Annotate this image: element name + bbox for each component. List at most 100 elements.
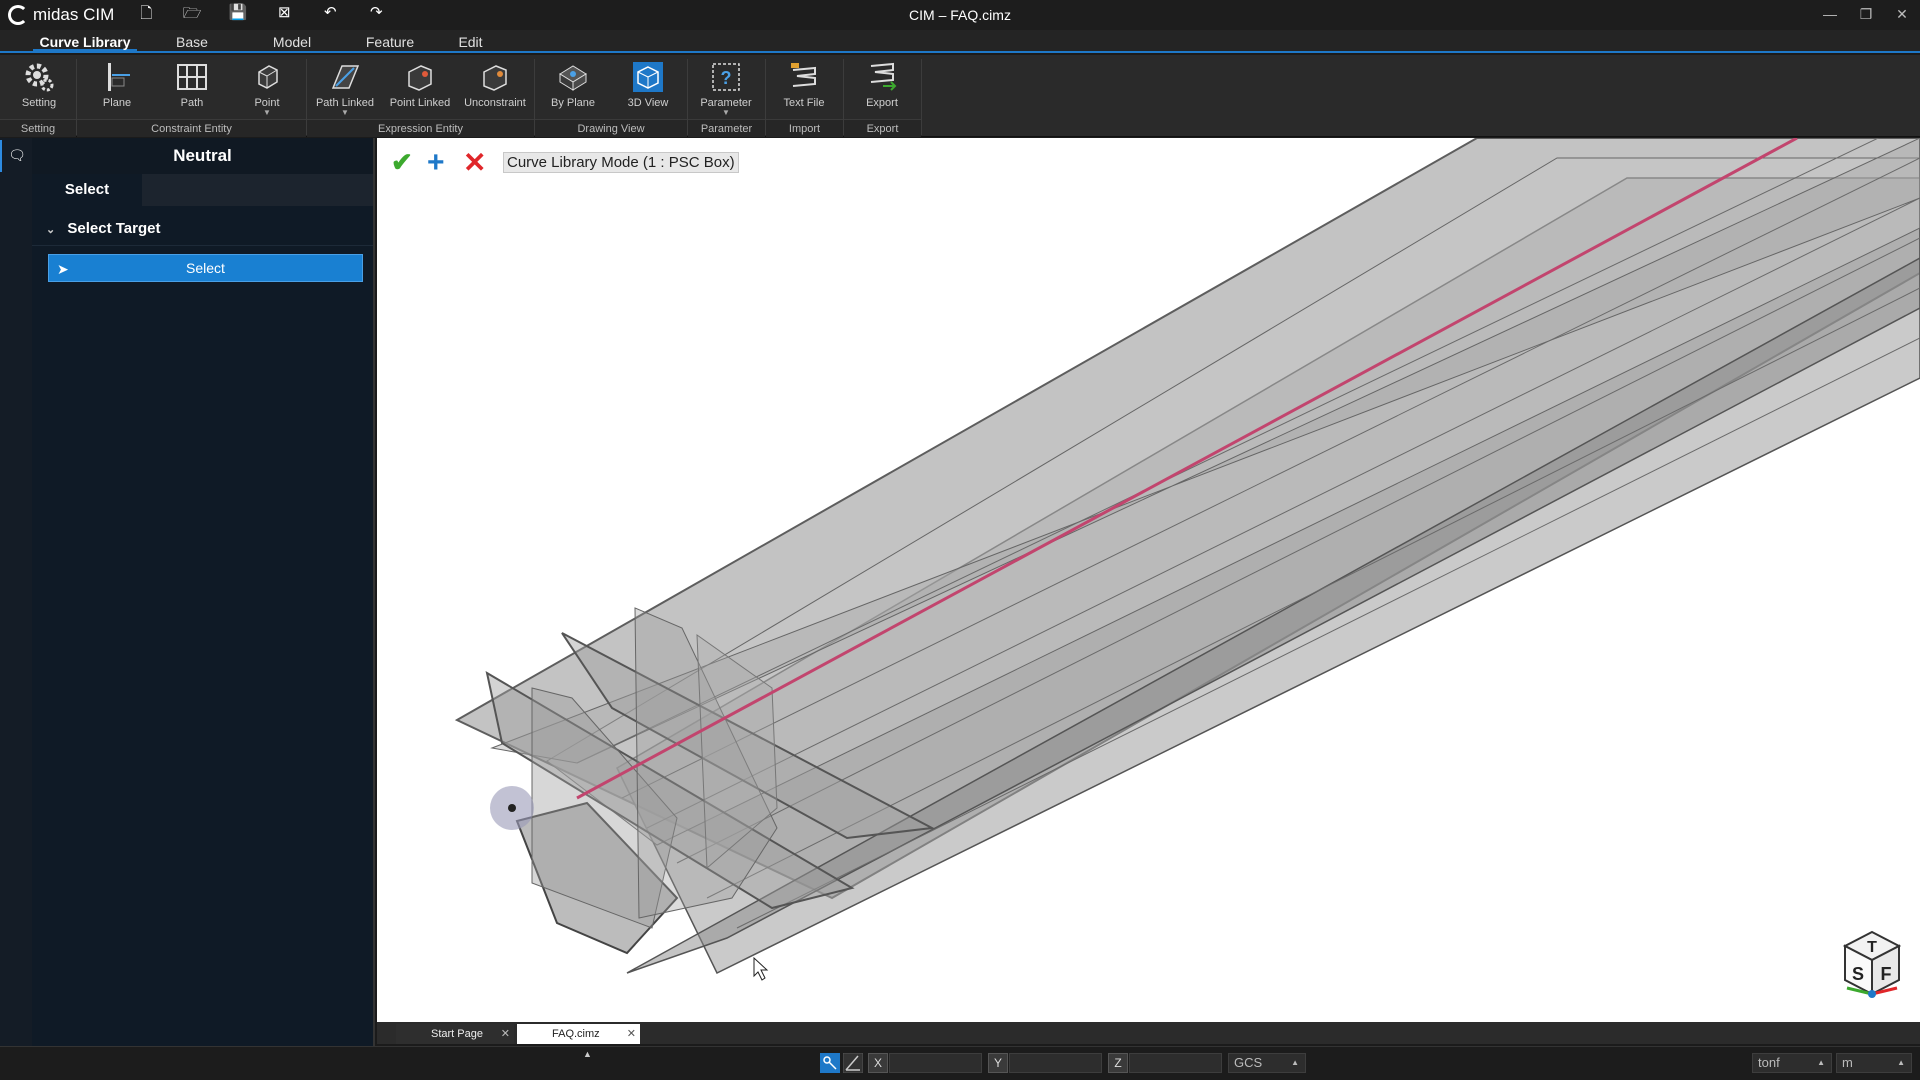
y-coordinate-input[interactable] — [1009, 1053, 1102, 1073]
redo-icon[interactable]: ↷ — [366, 3, 386, 28]
point-box-icon — [258, 65, 278, 89]
setting-button[interactable]: Setting — [4, 60, 74, 120]
view-cube-icon[interactable]: T S F — [1837, 928, 1907, 1004]
doc-tab-start-page[interactable]: Start Page ✕ — [396, 1024, 514, 1044]
z-coordinate-input[interactable] — [1129, 1053, 1222, 1073]
export-icon — [870, 62, 897, 91]
point-linked-icon — [408, 65, 432, 91]
mode-label: Curve Library Mode (1 : PSC Box) — [503, 152, 739, 173]
text-file-label: Text File — [783, 97, 825, 109]
by-plane-label: By Plane — [550, 97, 596, 109]
confirm-check-icon[interactable]: ✔ — [391, 147, 417, 178]
export-button[interactable]: Export — [847, 60, 917, 120]
panel-tabs: Select — [32, 174, 373, 206]
unconstraint-label: Unconstraint — [464, 97, 526, 109]
restore-icon[interactable]: ❐ — [1848, 0, 1884, 30]
3d-view-button[interactable]: 3D View — [613, 60, 683, 120]
plane-label: Plane — [102, 97, 132, 109]
cursor-arrow-icon: ➤ — [57, 261, 69, 277]
3d-viewport[interactable]: ✔ + ✕ Curve Library Mode (1 : PSC Box) T… — [377, 138, 1920, 1022]
chevron-down-icon: ⌄ — [46, 224, 56, 236]
snap-icon[interactable] — [820, 1053, 840, 1073]
point-linked-label: Point Linked — [389, 97, 451, 109]
by-plane-button[interactable]: By Plane — [538, 60, 608, 120]
close-tab-icon[interactable]: ✕ — [501, 1024, 510, 1044]
add-plus-icon[interactable]: + — [427, 147, 453, 177]
export-label: Export — [866, 97, 898, 109]
group-constraint-entity: Constraint Entity — [77, 119, 306, 137]
status-bar: ▲ X Y Z GCS ▲ tonf ▲ m ▲ — [0, 1046, 1920, 1080]
undo-icon[interactable]: ↶ — [320, 3, 340, 28]
tab-model[interactable]: Model — [262, 30, 322, 51]
doc-tab-label: Start Page — [431, 1028, 483, 1040]
unconstraint-button[interactable]: Unconstraint — [460, 60, 530, 120]
path-linked-dropdown-icon[interactable]: ▼ — [310, 109, 380, 117]
tab-edit[interactable]: Edit — [448, 30, 493, 51]
close-tab-icon[interactable]: ✕ — [627, 1024, 636, 1044]
point-linked-button[interactable]: Point Linked — [385, 60, 455, 120]
group-setting: Setting — [0, 119, 76, 137]
doc-tab-label: FAQ.cimz — [552, 1028, 600, 1040]
dialog-panel-icon[interactable]: 🗨 — [0, 140, 32, 172]
plane-icon — [108, 63, 130, 91]
expand-up-icon[interactable]: ▲ — [583, 1049, 592, 1059]
new-file-icon[interactable]: 🗋 — [136, 3, 156, 28]
3d-view-icon — [633, 62, 663, 92]
angle-snap-icon[interactable] — [843, 1053, 863, 1073]
caret-up-icon: ▲ — [1897, 1058, 1905, 1067]
select-button[interactable]: ➤ Select — [48, 254, 363, 282]
task-panel: Neutral Select ⌄ Select Target ➤ Select — [32, 138, 375, 1046]
point-dropdown-icon[interactable]: ▼ — [232, 109, 302, 117]
parameter-button[interactable]: ? Parameter ▼ — [691, 60, 761, 120]
by-plane-icon — [559, 65, 587, 91]
select-button-label: Select — [186, 260, 225, 276]
group-export: Export — [844, 119, 921, 137]
unconstraint-icon — [483, 65, 507, 91]
viewport-toolbar: ✔ + ✕ Curve Library Mode (1 : PSC Box) — [391, 146, 739, 179]
view-cube-left: S — [1852, 964, 1864, 984]
open-folder-icon[interactable]: 🗁 — [182, 3, 202, 28]
close-window-icon[interactable]: ✕ — [1884, 0, 1920, 30]
text-file-button[interactable]: Text File — [769, 60, 839, 120]
ribbon-separator — [921, 59, 922, 135]
minimize-icon[interactable]: — — [1812, 0, 1848, 30]
tab-base[interactable]: Base — [167, 30, 217, 51]
length-unit-select[interactable]: m ▲ — [1836, 1053, 1912, 1073]
path-linked-icon — [331, 65, 360, 89]
force-unit-select[interactable]: tonf ▲ — [1752, 1053, 1832, 1073]
path-button[interactable]: Path — [157, 60, 227, 120]
length-unit-value: m — [1842, 1055, 1853, 1070]
view-cube-top: T — [1867, 939, 1877, 956]
path-grid-icon — [177, 64, 207, 90]
app-name: midas CIM — [33, 5, 115, 24]
tab-feature[interactable]: Feature — [357, 30, 423, 51]
group-expression-entity: Expression Entity — [307, 119, 534, 137]
path-linked-button[interactable]: Path Linked ▼ — [310, 60, 380, 120]
section-label: Select Target — [67, 220, 161, 237]
tab-curve-library[interactable]: Curve Library — [33, 30, 137, 51]
caret-up-icon: ▲ — [1817, 1058, 1825, 1067]
setting-label: Setting — [21, 97, 57, 109]
ribbon-tabs: Curve Library Base Model Feature Edit — [0, 30, 1920, 53]
select-target-section[interactable]: ⌄ Select Target — [32, 212, 373, 246]
plane-button[interactable]: Plane — [82, 60, 152, 120]
point-button[interactable]: Point ▼ — [232, 60, 302, 120]
x-coordinate-input[interactable] — [889, 1053, 982, 1073]
y-label: Y — [988, 1053, 1008, 1073]
coord-system-select[interactable]: GCS ▲ — [1228, 1053, 1306, 1073]
close-file-icon[interactable]: ⊠ — [274, 3, 294, 28]
save-icon[interactable]: 💾 — [228, 3, 248, 28]
quick-access-toolbar: 🗋 🗁 💾 ⊠ ↶ ↷ — [136, 3, 386, 28]
parameter-dropdown-icon[interactable]: ▼ — [691, 109, 761, 117]
3d-view-label: 3D View — [627, 97, 669, 109]
title-bar: midas CIM 🗋 🗁 💾 ⊠ ↶ ↷ CIM – FAQ.cimz — ❐… — [0, 0, 1920, 30]
panel-tab-select[interactable]: Select — [32, 174, 142, 206]
cancel-x-icon[interactable]: ✕ — [463, 146, 489, 179]
x-label: X — [868, 1053, 888, 1073]
doc-tab-faq[interactable]: FAQ.cimz ✕ — [517, 1024, 640, 1044]
view-cube-right: F — [1881, 964, 1892, 984]
caret-up-icon: ▲ — [1291, 1058, 1299, 1067]
parameter-icon: ? — [712, 63, 740, 91]
side-strip: 🗨 — [0, 138, 32, 1046]
z-label: Z — [1108, 1053, 1128, 1073]
